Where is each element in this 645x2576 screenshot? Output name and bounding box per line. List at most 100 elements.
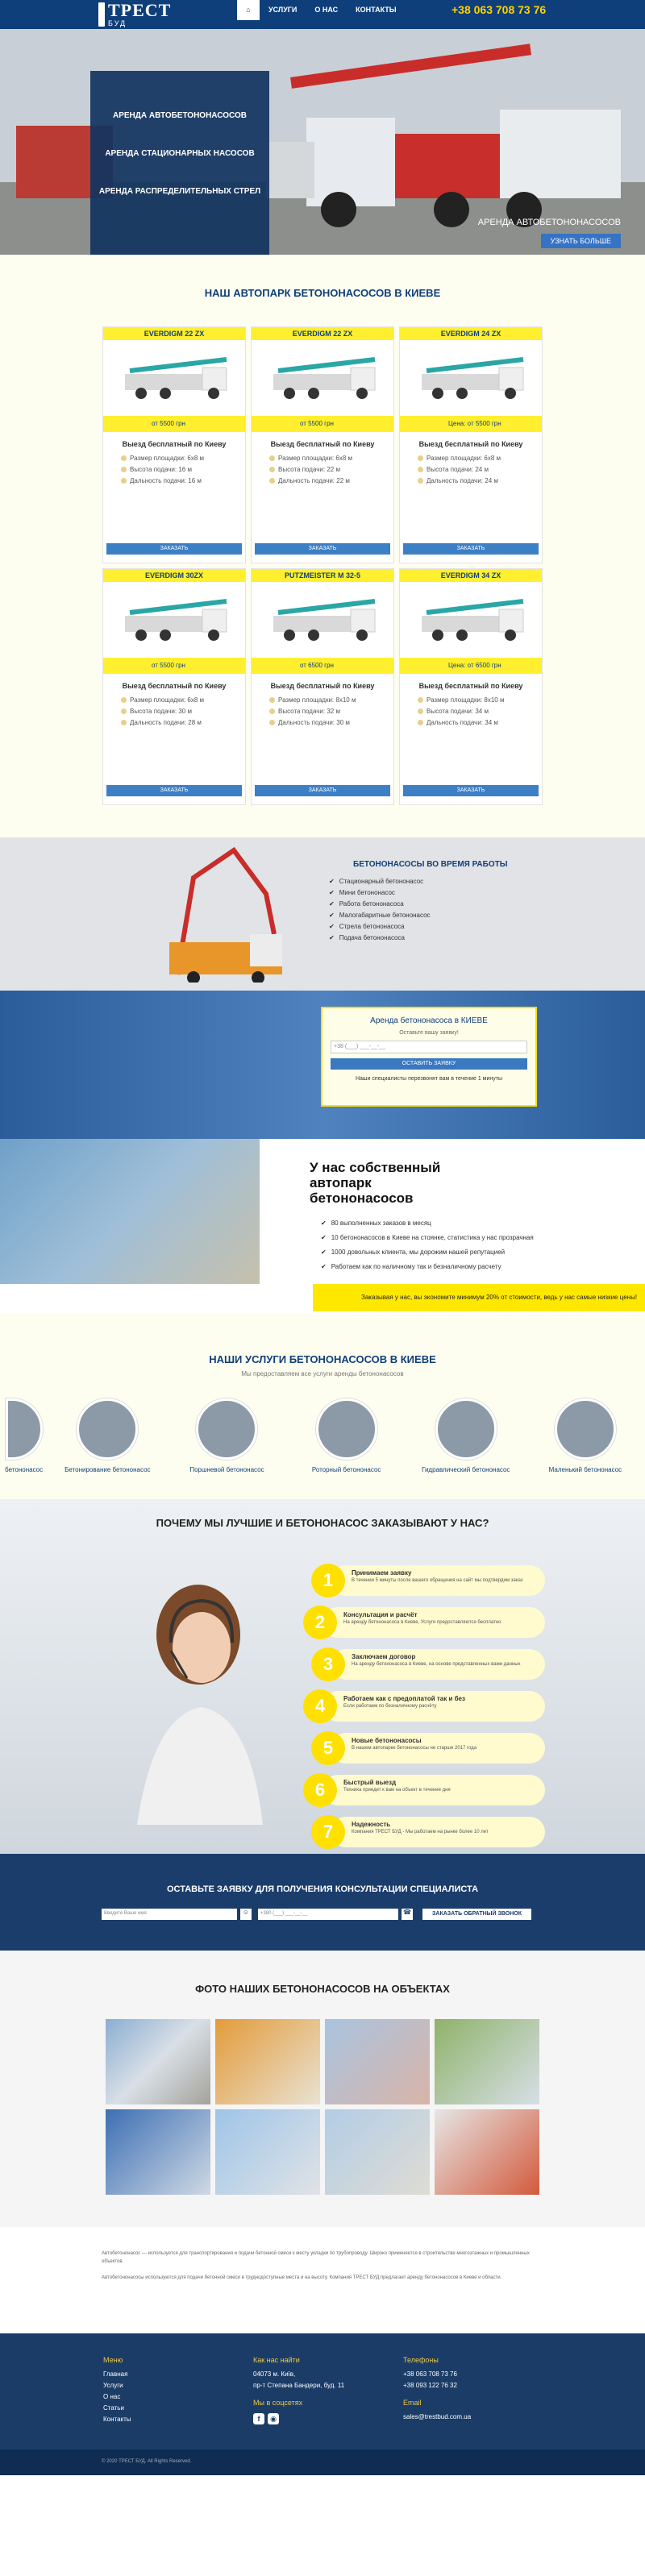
card-spec: Высота подачи: 30 м (121, 708, 245, 715)
logo[interactable]: ТРЕСТ БУД (98, 2, 171, 27)
card-order-button[interactable]: ЗАКАЗАТЬ (255, 543, 390, 555)
step-number: 5 (311, 1731, 345, 1765)
hero-menu-item-booms[interactable]: АРЕНДА РАСПРЕДЕЛИТЕЛЬНЫХ СТРЕЛ (90, 187, 269, 196)
footer-phone[interactable]: +38 063 708 73 76 (403, 2370, 471, 2378)
truck-icon (273, 357, 376, 399)
footer-link[interactable]: Главная (103, 2370, 131, 2378)
pump-truck-image (169, 846, 282, 983)
card-order-button[interactable]: ЗАКАЗАТЬ (403, 543, 539, 555)
gallery-photo[interactable] (325, 2019, 430, 2104)
fleet-card: EVERDIGM 24 ZX Цена: от 5500 грн Выезд б… (399, 326, 543, 563)
consult-form: Введите Ваше имя ☺ +380 (___) ___-__-__ … (102, 1909, 531, 1920)
card-spec: Размер площадки: 8х10 м (418, 696, 542, 704)
social-links: f ◉ (253, 2413, 344, 2424)
gallery-photo[interactable] (435, 2019, 539, 2104)
card-model: PUTZMEISTER M 32-5 (252, 569, 393, 582)
gallery-photo[interactable] (215, 2109, 320, 2195)
seo-paragraph: Автобетононасос — используется для транс… (102, 2251, 530, 2264)
learn-more-button[interactable]: УЗНАТЬ БОЛЬШЕ (540, 234, 621, 248)
footer-link[interactable]: Статьи (103, 2404, 131, 2412)
hero-menu-item-stationary[interactable]: АРЕНДА СТАЦИОНАРНЫХ НАСОСОВ (90, 149, 269, 158)
step-text: В нашем автопарке бетононасосы не старше… (352, 1746, 477, 1751)
why-step: 2 Консультация и расчёт На аренду бетоно… (303, 1606, 545, 1643)
step-box: Работаем как с предоплатой так и без Есл… (322, 1691, 545, 1722)
site-header: ТРЕСТ БУД ⌂ УСЛУГИ О НАС КОНТАКТЫ +38 06… (0, 0, 645, 29)
nav-about[interactable]: О НАС (306, 0, 347, 20)
card-order-button[interactable]: ЗАКАЗАТЬ (106, 785, 242, 796)
gallery-photo[interactable] (435, 2109, 539, 2195)
instagram-icon[interactable]: ◉ (268, 2413, 279, 2424)
footer-phones-title: Телефоны (403, 2356, 439, 2364)
card-spec: Дальность подачи: 22 м (269, 477, 393, 484)
work-item[interactable]: Мини бетононасос (329, 889, 431, 896)
card-price: от 6500 грн (252, 658, 393, 674)
card-model: EVERDIGM 34 ZX (400, 569, 542, 582)
header-phone[interactable]: +38 063 708 73 76 (452, 3, 546, 16)
footer-link[interactable]: Услуги (103, 2382, 131, 2389)
step-title: Надежность (352, 1821, 391, 1828)
work-item[interactable]: Малогабаритные бетононасос (329, 912, 431, 919)
service-item[interactable]: бетононасос (0, 1398, 48, 1473)
footer-email[interactable]: sales@trestbud.com.ua (403, 2413, 471, 2420)
savings-banner-row: Заказывая у нас, вы экономите минимум 20… (0, 1284, 645, 1313)
card-truck-image (252, 588, 393, 645)
step-title: Заключаем договор (352, 1653, 416, 1660)
card-price: от 5500 грн (252, 416, 393, 432)
card-order-button[interactable]: ЗАКАЗАТЬ (106, 543, 242, 555)
gallery-photo[interactable] (106, 2109, 210, 2195)
own-fleet-item: 10 бетононасосов в Киеве на стоянке, ста… (321, 1234, 534, 1241)
step-text: На аренду бетононасоса в Киеве, Услуги п… (343, 1620, 501, 1625)
card-free-delivery: Выезд бесплатный по Киеву (270, 440, 375, 448)
card-order-button[interactable]: ЗАКАЗАТЬ (403, 785, 539, 796)
service-item[interactable]: Гидравлический бетононасос (406, 1398, 526, 1473)
fleet-photo (0, 1139, 260, 1284)
work-item[interactable]: Подача бетононасоса (329, 934, 431, 941)
own-fleet-item: 1000 довольных клиента, мы дорожим нашей… (321, 1249, 534, 1256)
facebook-icon[interactable]: f (253, 2413, 264, 2424)
footer-address-line: пр-т Степана Бандери, буд. 11 (253, 2382, 345, 2389)
nav-services[interactable]: УСЛУГИ (260, 0, 306, 20)
footer-email-title: Email (403, 2399, 422, 2407)
footer-contacts: Телефоны +38 063 708 73 76 +38 093 122 7… (403, 2356, 471, 2424)
step-title: Принимаем заявку (352, 1569, 412, 1577)
footer-phone[interactable]: +38 093 122 76 32 (403, 2382, 471, 2389)
step-box: Заключаем договор На аренду бетононасоса… (331, 1649, 545, 1680)
service-item[interactable]: Бетонирование бетононасос (48, 1398, 167, 1473)
gallery-photo[interactable] (215, 2019, 320, 2104)
apply-section: Аренда бетононасоса в КИЕВЕ Оставьте ваш… (0, 991, 645, 1139)
apply-title: Аренда бетононасоса в КИЕВЕ (370, 1016, 488, 1025)
gallery-photo[interactable] (325, 2109, 430, 2195)
card-truck-image (252, 347, 393, 403)
footer-link[interactable]: Контакты (103, 2416, 131, 2423)
consult-phone-input[interactable]: +380 (___) ___-__-__ (258, 1909, 398, 1920)
card-free-delivery: Выезд бесплатный по Киеву (418, 682, 523, 690)
work-item[interactable]: Работа бетононасоса (329, 900, 431, 908)
apply-form: Аренда бетононасоса в КИЕВЕ Оставьте ваш… (321, 1007, 537, 1107)
step-number: 3 (311, 1647, 345, 1681)
callback-button[interactable]: ЗАКАЗАТЬ ОБРАТНЫЙ ЗВОНОК (422, 1909, 531, 1920)
logo-name: ТРЕСТ (108, 0, 172, 20)
step-box: Надежность Компания ТРЕСТ БУД - Мы работ… (331, 1817, 545, 1847)
why-step: 3 Заключаем договор На аренду бетононасо… (311, 1647, 545, 1685)
work-item[interactable]: Стационарный бетононасос (329, 878, 431, 885)
card-truck-image (400, 588, 542, 645)
nav-contacts[interactable]: КОНТАКТЫ (347, 0, 405, 20)
card-truck-image (400, 347, 542, 403)
services-subtitle: Мы предоставляем все услуги аренды бетон… (241, 1370, 404, 1377)
home-icon[interactable]: ⌂ (237, 0, 260, 20)
work-item[interactable]: Стрела бетононасоса (329, 923, 431, 930)
footer-link[interactable]: О нас (103, 2393, 131, 2400)
apply-phone-input[interactable]: +38 (___) ___-__-__ (331, 1041, 527, 1053)
service-item[interactable]: Роторный бетононасос (287, 1398, 406, 1473)
hero-menu-item-pumps[interactable]: АРЕНДА АВТОБЕТОНОНАСОСОВ (90, 111, 269, 120)
footer-social-title: Мы в соцсетях (253, 2399, 303, 2407)
service-item[interactable]: Поршневой бетононасос (167, 1398, 286, 1473)
card-order-button[interactable]: ЗАКАЗАТЬ (255, 785, 390, 796)
gallery-photo[interactable] (106, 2019, 210, 2104)
apply-submit-button[interactable]: ОСТАВИТЬ ЗАЯВКУ (331, 1058, 527, 1070)
own-fleet-item: Работаем как по наличному так и безналич… (321, 1263, 534, 1270)
fleet-card: PUTZMEISTER M 32-5 от 6500 грн Выезд бес… (251, 568, 394, 805)
service-item[interactable]: Маленький бетононасос (526, 1398, 645, 1473)
consult-name-input[interactable]: Введите Ваше имя (102, 1909, 237, 1920)
copyright-bar: © 2020 ТРЕСТ БУД. All Rights Reserved. (0, 2449, 645, 2475)
